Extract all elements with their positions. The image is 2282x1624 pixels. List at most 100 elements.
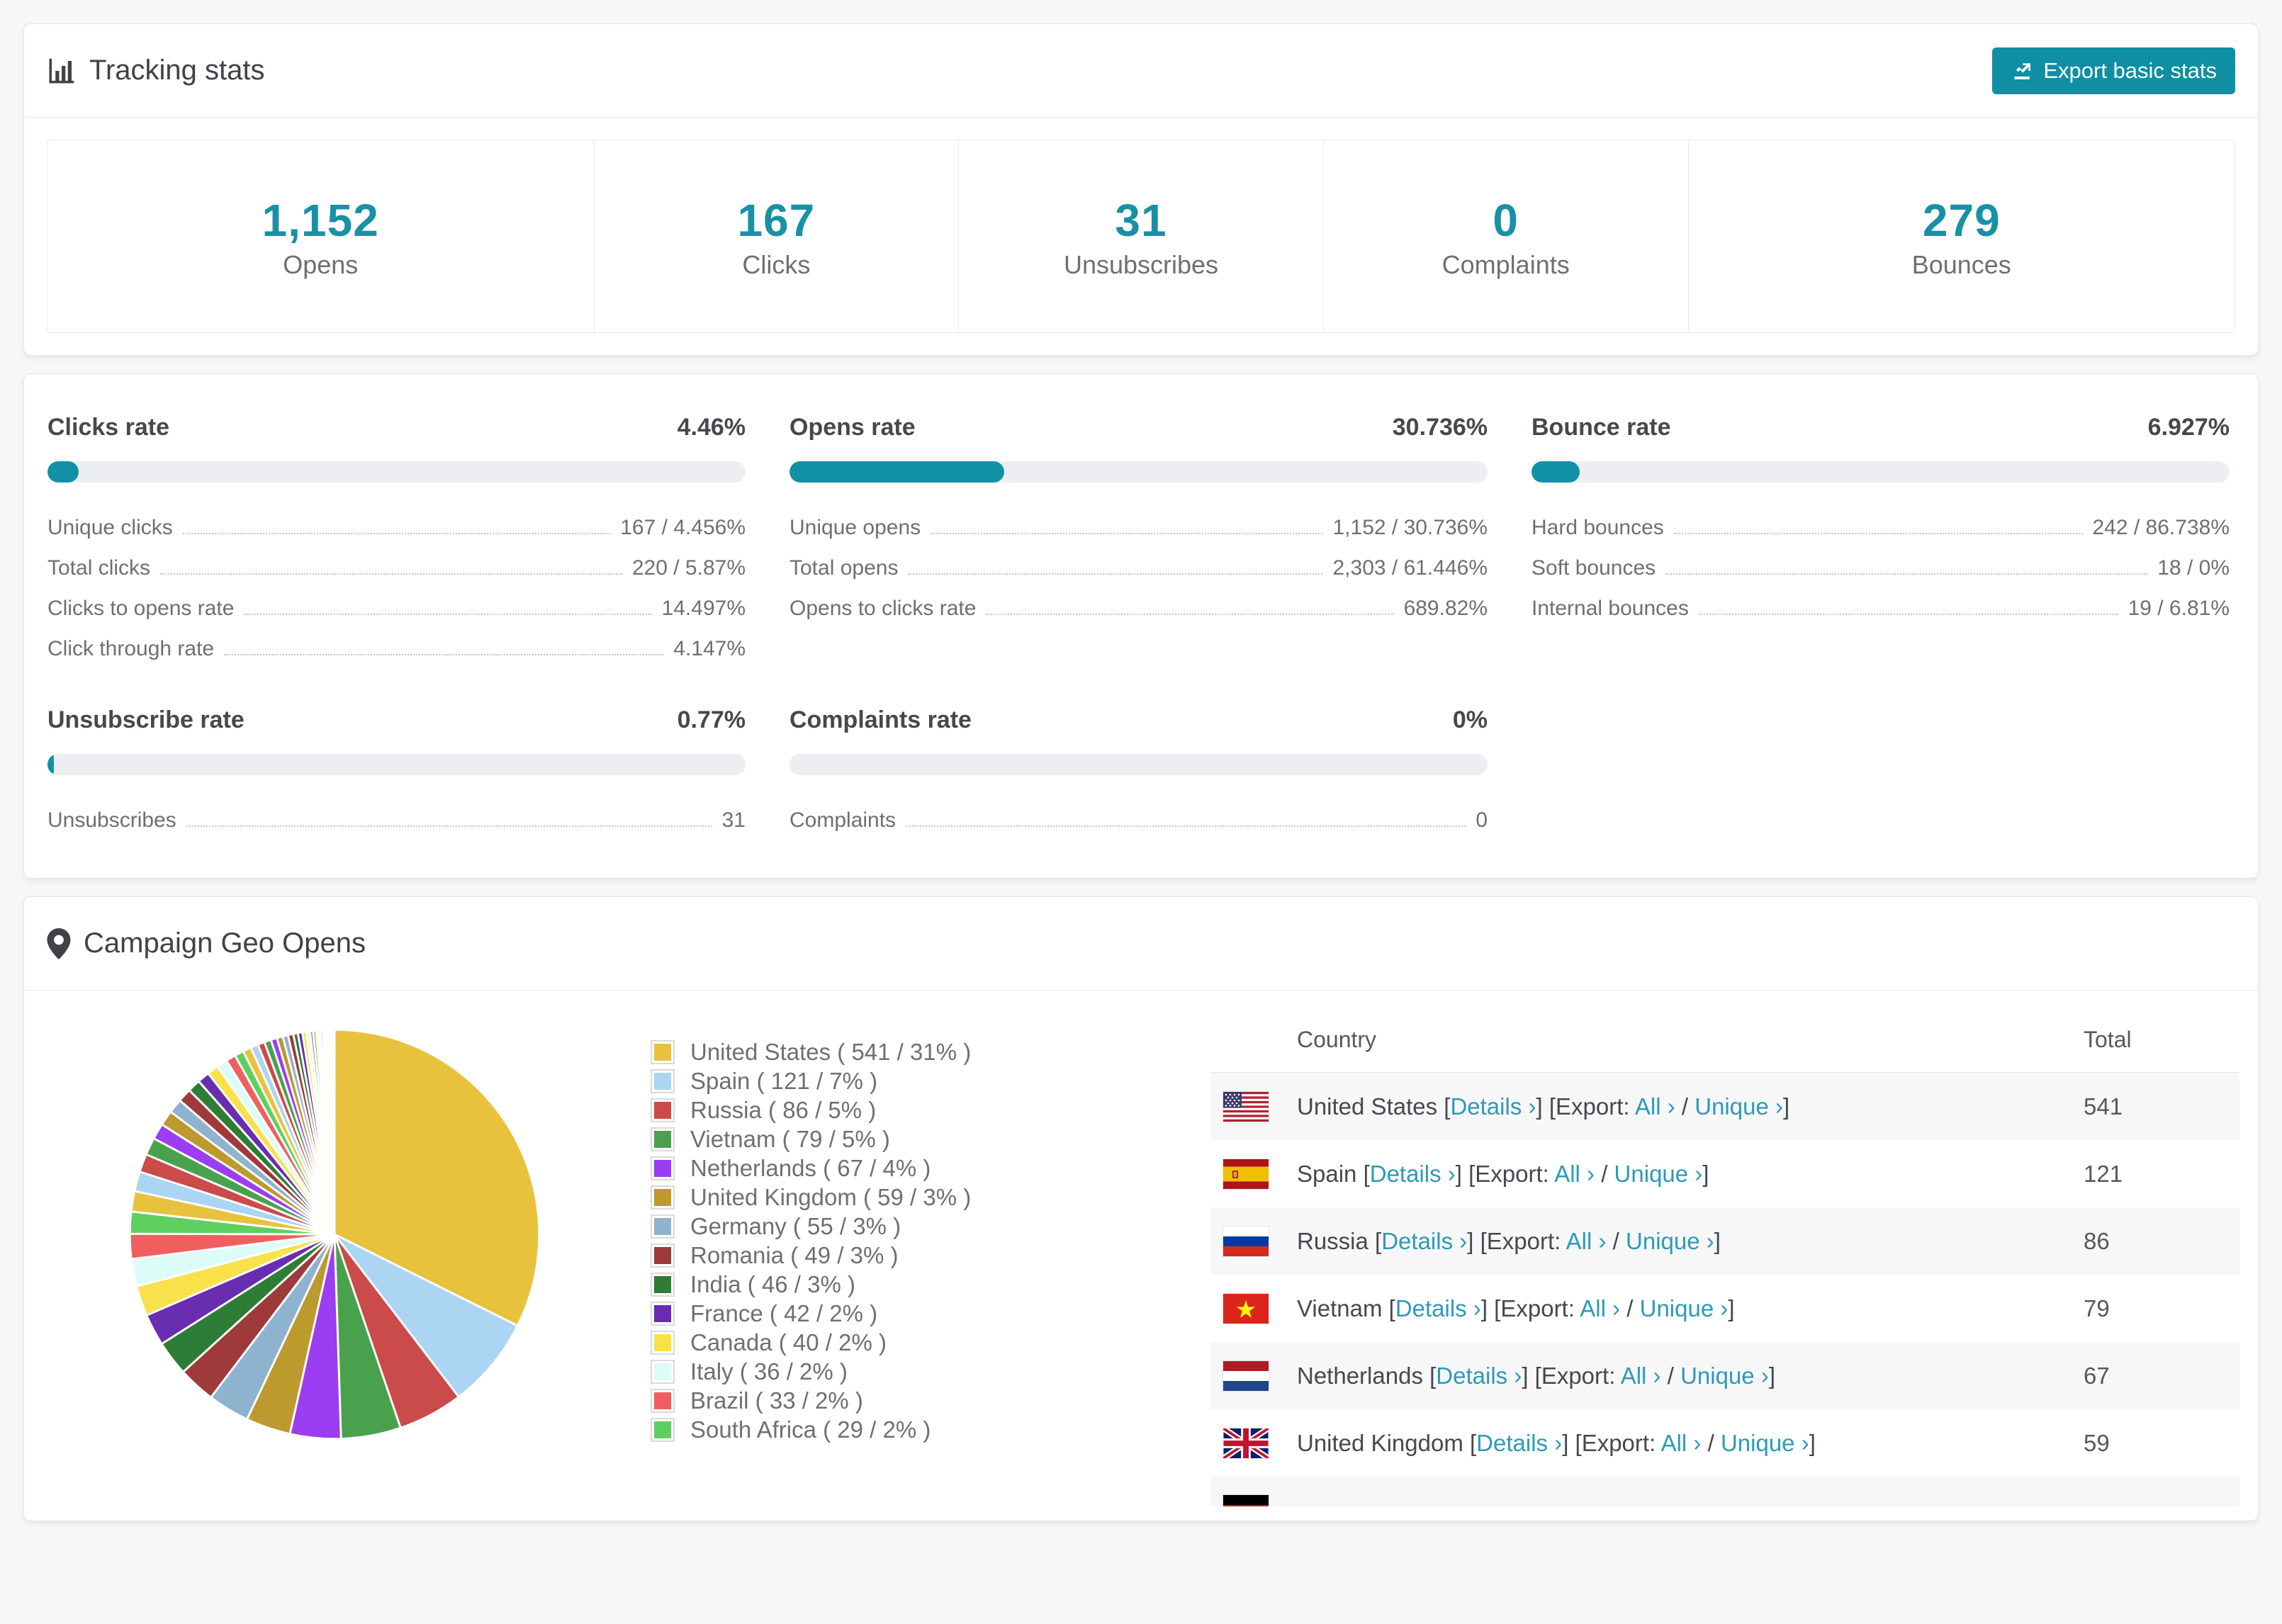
rate-detail-label: Total clicks [47,556,151,580]
flag-gb [1223,1428,1269,1458]
rate-detail-row: Complaints 0 [789,796,1488,837]
geo-row-country-cell: United Kingdom [Details ›] [Export: All … [1269,1430,2084,1457]
geo-row-total-cell: 541 [2084,1093,2123,1120]
geo-pie-chart [116,1008,553,1461]
details-link[interactable]: Details › [1395,1295,1481,1321]
stat-label: Clicks [742,250,811,280]
flag-nl [1223,1360,1269,1391]
legend-swatch [651,1301,675,1326]
campaign-geo-opens-heading: Campaign Geo Opens [47,927,366,959]
legend-label: United Kingdom ( 59 / 3% ) [690,1183,972,1210]
rate-detail-value: 31 [721,808,746,833]
export-unique-link[interactable]: Unique › [1694,1093,1783,1120]
stat-value: 167 [737,195,816,246]
export-all-link[interactable]: All › [1621,1363,1661,1389]
legend-swatch [651,1388,675,1413]
stat-cell-unsubscribes: 31 Unsubscribes [958,140,1323,333]
export-unique-link[interactable]: Unique › [1626,1228,1714,1254]
pie-slice-other-55[interactable] [332,1028,336,1235]
export-all-link[interactable]: All › [1580,1295,1620,1321]
map-pin-icon [47,927,71,959]
export-unique-link[interactable]: Unique › [1680,1363,1769,1389]
campaign-geo-opens-body: United States ( 541 / 31% ) Spain ( 121 /… [24,991,2258,1507]
bracket: ] [1809,1429,1816,1456]
legend-swatch [651,1098,675,1122]
export-unique-link[interactable]: Unique › [1640,1295,1729,1321]
legend-swatch [651,1068,675,1093]
rate-block-complaints-rate: Complaints rate 0% Complaints 0 [789,706,1488,837]
rate-detail-row: Opens to clicks rate 689.82% [789,585,1488,625]
campaign-geo-opens-title: Campaign Geo Opens [84,927,366,959]
export-unique-link[interactable]: Unique › [1614,1161,1703,1187]
rate-detail-rows: Complaints 0 [789,796,1488,837]
stat-value: 279 [1922,195,2001,246]
legend-label: Germany ( 55 / 3% ) [690,1212,901,1239]
legend-label: Vietnam ( 79 / 5% ) [690,1125,890,1152]
export-label: ] [Export: [1536,1093,1635,1120]
details-link[interactable]: Details › [1381,1228,1467,1254]
export-label: ] [Export: [1480,1295,1580,1321]
rate-title: Unsubscribe rate [47,706,244,734]
flag-ru [1223,1226,1269,1256]
export-basic-stats-button[interactable]: Export basic stats [1992,47,2235,94]
details-link[interactable]: Details › [1436,1363,1522,1389]
export-all-link[interactable]: All › [1554,1161,1595,1187]
legend-label: France ( 42 / 2% ) [690,1299,878,1326]
rate-detail-label: Unique opens [789,516,921,540]
details-link[interactable]: Details › [1450,1093,1536,1120]
rate-value: 30.736% [1392,414,1488,441]
rate-detail-row: Clicks to opens rate 14.497% [47,585,746,625]
export-all-link[interactable]: All › [1566,1228,1607,1254]
export-all-link[interactable]: All › [1635,1093,1675,1120]
rate-progress-bar [789,461,1488,483]
geo-table-header-total: Total [2084,1027,2132,1053]
rate-detail-label: Clicks to opens rate [47,597,235,621]
export-unique-link[interactable]: Unique › [1721,1430,1809,1456]
export-all-link[interactable]: All › [1661,1430,1702,1456]
rates-card: Clicks rate 4.46% Unique clicks 167 / 4.456… [23,373,2259,879]
slash-separator: / [1595,1160,1614,1187]
tracking-stats-card: Tracking stats Export basic stats 1,152 O… [23,23,2259,356]
stat-label: Unsubscribes [1063,250,1219,280]
geo-table-row-spain: Spain [Details ›] [Export: All › / Uniqu… [1210,1140,2239,1207]
dotted-leader [244,614,652,616]
export-icon [2014,62,2031,79]
geo-row-country-cell: Spain [Details ›] [Export: All › / Uniqu… [1269,1161,2084,1188]
stat-value: 31 [1115,195,1167,246]
legend-label: Russia ( 86 / 5% ) [690,1096,877,1123]
bracket: ] [1768,1362,1775,1389]
legend-item-united-states: United States ( 541 / 31% ) [651,1037,1140,1066]
rate-detail-label: Total opens [789,556,899,580]
geo-row-country-cell: Russia [Details ›] [Export: All › / Uniq… [1269,1228,2084,1255]
details-link[interactable]: Details › [1370,1161,1456,1187]
geo-table-row-vietnam: Vietnam [Details ›] [Export: All › / Uni… [1210,1275,2239,1342]
legend-swatch [651,1127,675,1151]
slash-separator: / [1606,1227,1626,1254]
stat-cell-clicks: 167 Clicks [593,140,959,333]
slash-separator: / [1701,1429,1721,1456]
details-link[interactable]: Details › [1476,1430,1562,1456]
bracket: [ [1388,1295,1395,1321]
bracket: ] [1728,1295,1735,1321]
flag-vn [1223,1293,1269,1324]
legend-label: Netherlands ( 67 / 4% ) [690,1154,931,1181]
rate-progress-bar [789,754,1488,776]
legend-item-russia: Russia ( 86 / 5% ) [651,1095,1140,1124]
rate-title: Opens rate [789,414,916,441]
geo-table-header-row: Country Total [1210,1008,2239,1073]
legend-item-south-africa: South Africa ( 29 / 2% ) [651,1415,1140,1444]
rate-title-row: Bounce rate 6.927% [1531,414,2230,441]
rate-value: 6.927% [2147,414,2230,441]
rate-detail-row: Unsubscribes 31 [47,796,746,837]
tracking-stats-header: Tracking stats Export basic stats [24,24,2258,118]
export-label: ] [Export: [1522,1362,1621,1389]
rate-progress-bar [47,754,746,776]
rate-detail-value: 167 / 4.456% [620,516,746,540]
rate-title: Complaints rate [789,706,972,734]
rate-title: Bounce rate [1531,414,1671,441]
geo-table-row-united-kingdom: United Kingdom [Details ›] [Export: All … [1210,1409,2239,1477]
dashboard-page: Tracking stats Export basic stats 1,152 O… [0,0,2282,1624]
tracking-stats-heading: Tracking stats [47,55,264,86]
dotted-leader [1673,533,2083,535]
legend-item-spain: Spain ( 121 / 7% ) [651,1066,1140,1095]
